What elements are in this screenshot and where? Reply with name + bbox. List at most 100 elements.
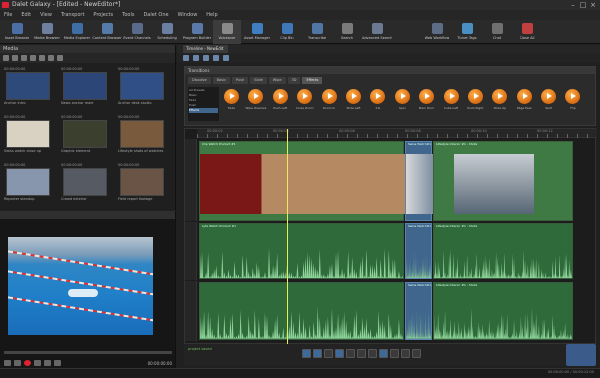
- record-icon[interactable]: [24, 360, 31, 366]
- skip-back-icon[interactable]: [4, 360, 11, 366]
- list-view-icon[interactable]: [3, 55, 9, 61]
- toolbar-button-12[interactable]: Advanced Search: [362, 20, 392, 44]
- preset-list-item[interactable]: Effects: [189, 108, 218, 113]
- audio-track-1-header[interactable]: [185, 222, 197, 280]
- transition-effect[interactable]: Fade: [222, 89, 241, 110]
- transition-category-tab[interactable]: Effects: [302, 77, 323, 84]
- menu-edit[interactable]: Edit: [21, 10, 31, 20]
- audio-clip[interactable]: Swiss Watch#1: [405, 223, 432, 279]
- skip-forward-icon[interactable]: [44, 360, 51, 366]
- media-item[interactable]: 00:00:00:00 Lifestyle shots of watches: [118, 115, 172, 160]
- toolbar-button-14[interactable]: Web Workflow: [423, 20, 451, 44]
- media-item[interactable]: 00:00:00:00 Anchor intro: [4, 67, 58, 112]
- video-clip[interactable]: Swiss Watch#1: [405, 141, 433, 221]
- play-pause-icon[interactable]: [313, 349, 322, 358]
- media-item[interactable]: 00:00:00:00 Graphic element: [61, 115, 115, 160]
- transition-effect[interactable]: Cross Zoom: [295, 89, 314, 110]
- play-icon[interactable]: [14, 360, 21, 366]
- toolbar-button-15[interactable]: Ticket Tags: [453, 20, 481, 44]
- menu-help[interactable]: Help: [206, 10, 217, 20]
- stop-icon[interactable]: [34, 360, 41, 366]
- toolbar-button-0[interactable]: Asset Browser: [3, 20, 31, 44]
- mark-in-icon[interactable]: [390, 349, 399, 358]
- menu-dalet-one[interactable]: Dalet One: [143, 10, 168, 20]
- marker-icon[interactable]: [213, 55, 219, 61]
- playhead[interactable]: [287, 129, 288, 344]
- transition-category-tab[interactable]: Wipe: [268, 77, 286, 84]
- transition-category-tab[interactable]: Dissolve: [188, 77, 211, 84]
- toolbar-button-8[interactable]: Asset Manager: [243, 20, 271, 44]
- media-item[interactable]: 00:00:00:00 Anchor desk studio: [118, 67, 172, 112]
- menu-window[interactable]: Window: [178, 10, 198, 20]
- filter-icon[interactable]: [30, 55, 36, 61]
- tab-timeline[interactable]: Timeline - NewEdit: [183, 45, 228, 53]
- transition-category-tab[interactable]: Slide: [250, 77, 267, 84]
- menu-tools[interactable]: Tools: [122, 10, 134, 20]
- sort-icon[interactable]: [21, 55, 27, 61]
- toolbar-button-3[interactable]: Content Browser: [92, 20, 122, 44]
- toolbar-button-6[interactable]: Program Builder: [183, 20, 211, 44]
- transition-effect[interactable]: Wipe Dissolve: [245, 89, 266, 110]
- timeline-ruler[interactable]: 00:00:02 00:00:04 00:00:06 00:00:08 00:00:10…: [197, 129, 597, 138]
- next-edit-icon[interactable]: [324, 349, 333, 358]
- toolbar-button-10[interactable]: Transcribe: [303, 20, 331, 44]
- toolbar-button-9[interactable]: Clip Bin: [273, 20, 301, 44]
- toolbar-button-11[interactable]: Search: [333, 20, 361, 44]
- audio-clip[interactable]: Lyfe Watch Product #1: [199, 223, 404, 279]
- audio-clip[interactable]: Lifestyle Interior #1 - Shots: [433, 282, 573, 340]
- media-item[interactable]: 00:00:00:00 Reporter standup: [4, 163, 58, 208]
- video-track-header[interactable]: [185, 139, 197, 221]
- transition-effect[interactable]: Iris: [368, 89, 387, 110]
- loop-toggle-icon[interactable]: [379, 349, 388, 358]
- audio-clip[interactable]: [199, 282, 404, 340]
- transition-category-tab[interactable]: Basic: [212, 77, 230, 84]
- zoom-in-icon[interactable]: [346, 349, 355, 358]
- toolbar-button-7[interactable]: Voiceover: [213, 20, 241, 44]
- toolbar-button-17[interactable]: Close All: [513, 20, 541, 44]
- grid-view-icon[interactable]: [12, 55, 18, 61]
- menu-view[interactable]: View: [40, 10, 52, 20]
- transition-effect[interactable]: Flip: [563, 89, 582, 110]
- transition-effect[interactable]: Push Left: [271, 89, 290, 110]
- menu-transport[interactable]: Transport: [61, 10, 84, 20]
- razor-tool-icon[interactable]: [193, 55, 199, 61]
- transition-effect[interactable]: Slide Up: [490, 89, 509, 110]
- refresh-icon[interactable]: [57, 55, 63, 61]
- audio-track-2-header[interactable]: [185, 281, 197, 341]
- import-icon[interactable]: [48, 55, 54, 61]
- transition-effect[interactable]: Page Peel: [515, 89, 534, 110]
- loop-icon[interactable]: [54, 360, 61, 366]
- toolbar-button-4[interactable]: Event Channels: [123, 20, 151, 44]
- mix-icon[interactable]: [223, 55, 229, 61]
- toolbar-button-1[interactable]: Media Browser: [33, 20, 61, 44]
- transition-effect[interactable]: Split: [539, 89, 558, 110]
- close-window-icon[interactable]: ×: [588, 0, 598, 10]
- list-icon[interactable]: [335, 349, 344, 358]
- video-clip[interactable]: Lifestyle Interior #1 - Shots: [433, 141, 573, 221]
- zoom-out-icon[interactable]: [357, 349, 366, 358]
- transition-effect[interactable]: Barn Door: [417, 89, 436, 110]
- transition-effect[interactable]: Push Right: [466, 89, 485, 110]
- maximize-icon[interactable]: □: [578, 0, 588, 10]
- transition-category-tab[interactable]: 3D: [287, 77, 301, 84]
- transition-effect[interactable]: Zoom In: [320, 89, 339, 110]
- transition-effect[interactable]: Slide Left: [344, 89, 363, 110]
- video-clip[interactable]: Clip Watch Product #1: [199, 141, 405, 221]
- search-media-icon[interactable]: [39, 55, 45, 61]
- media-item[interactable]: 00:00:00:00 Crowd exterior: [61, 163, 115, 208]
- menu-projects[interactable]: Projects: [93, 10, 113, 20]
- toolbar-button-16[interactable]: Chat: [483, 20, 511, 44]
- snap-icon[interactable]: [203, 55, 209, 61]
- media-item[interactable]: 00:00:00:00 News anchor male: [61, 67, 115, 112]
- prev-edit-icon[interactable]: [302, 349, 311, 358]
- media-item[interactable]: 00:00:00:00 Field report footage: [118, 163, 172, 208]
- media-item[interactable]: 00:00:00:00 Swiss watch close up: [4, 115, 58, 160]
- audio-clip[interactable]: Swiss Watch#1: [405, 282, 432, 340]
- menu-file[interactable]: File: [4, 10, 12, 20]
- mark-out-icon[interactable]: [401, 349, 410, 358]
- toolbar-button-5[interactable]: Scheduling: [153, 20, 181, 44]
- toolbar-button-13[interactable]: [393, 20, 421, 44]
- volume-icon[interactable]: [412, 349, 421, 358]
- transition-effect[interactable]: Cube Left: [442, 89, 461, 110]
- transition-category-tab[interactable]: Push: [231, 77, 249, 84]
